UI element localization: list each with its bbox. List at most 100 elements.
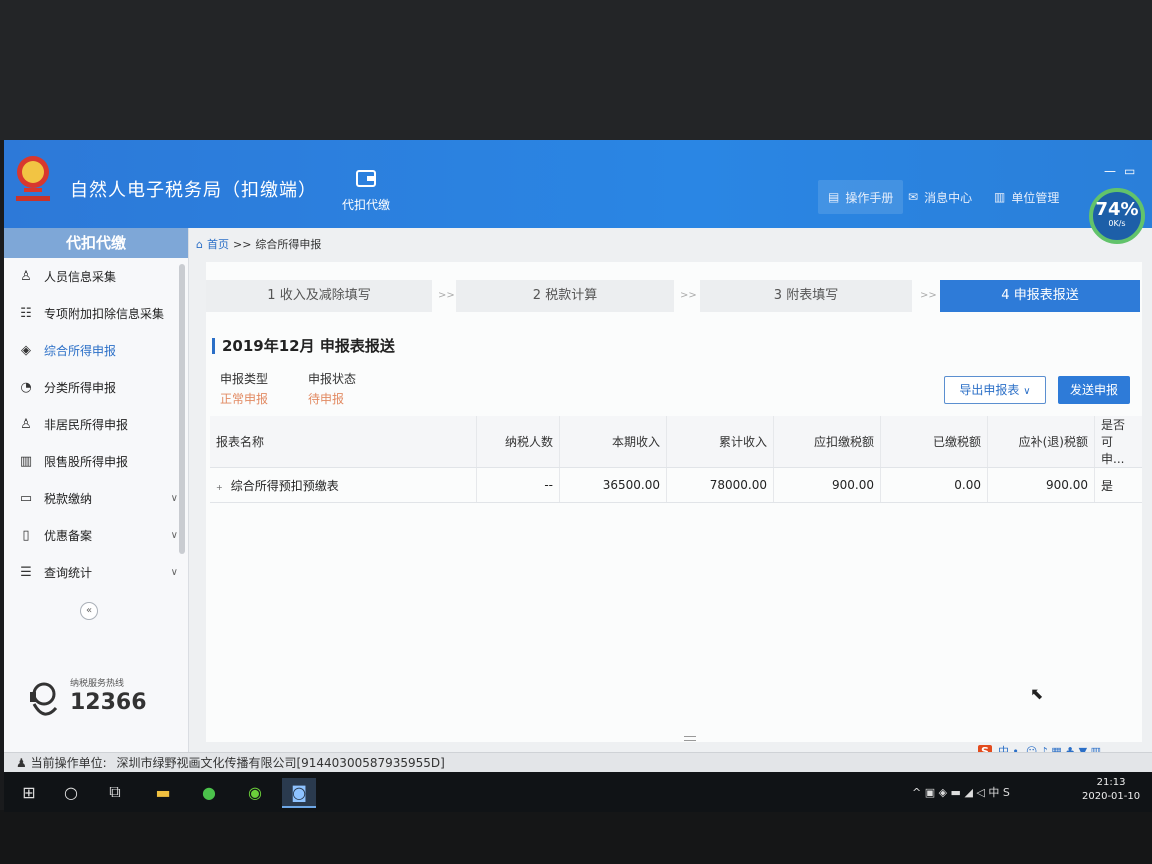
col-cumulative-income[interactable]: 累计收入	[666, 416, 774, 468]
browser-icon[interactable]: ◉	[238, 778, 272, 806]
building-icon: ▥	[994, 190, 1006, 204]
cell-taxpayer-count: --	[476, 467, 560, 503]
sidebar-scrollbar[interactable]	[179, 264, 185, 554]
pie-icon: ◔	[20, 380, 32, 395]
monitor-bezel-bottom	[0, 810, 1152, 864]
mouse-cursor-icon: ⬉	[1030, 684, 1044, 703]
cell-tax-due: 900.00	[987, 467, 1095, 503]
col-declarable[interactable]: 是否可申...	[1094, 416, 1142, 468]
doc-icon: ▯	[22, 528, 30, 543]
unit-management-label: 单位管理	[1011, 190, 1060, 205]
search-list-icon: ☰	[20, 565, 32, 580]
col-period-income[interactable]: 本期收入	[559, 416, 667, 468]
sidebar-item-label: 人员信息采集	[44, 270, 117, 284]
clock[interactable]: 21:13 2020-01-10	[1082, 776, 1140, 804]
sidebar-item-restricted-stock[interactable]: ▥ 限售股所得申报	[4, 443, 188, 480]
step-3[interactable]: 3 附表填写	[700, 280, 912, 312]
main-panel: 1 收入及减除填写 >> 2 税款计算 >> 3 附表填写 >> 4 申报表报送…	[206, 262, 1142, 742]
tax-app-taskbar-icon[interactable]: ◙	[282, 778, 316, 808]
file-explorer-icon[interactable]: ▬	[146, 778, 180, 806]
manual-label: 操作手册	[845, 190, 894, 205]
cell-report-name-text: 综合所得预扣预缴表	[230, 478, 339, 493]
report-table: 报表名称 纳税人数 本期收入 累计收入 应扣缴税额 已缴税额 应补(退)税额 是…	[210, 416, 1142, 503]
task-view-icon[interactable]: ⧉	[98, 778, 132, 806]
export-report-button[interactable]: 导出申报表 ∨	[944, 376, 1046, 404]
cell-period-income: 36500.00	[559, 467, 667, 503]
search-icon[interactable]: ○	[54, 778, 88, 806]
col-tax-due[interactable]: 应补(退)税额	[987, 416, 1095, 468]
cell-declarable: 是	[1094, 467, 1142, 503]
sidebar-item-preferential[interactable]: ▯ 优惠备案 ∨	[4, 517, 188, 554]
sidebar-item-query[interactable]: ☰ 查询统计 ∨	[4, 554, 188, 591]
export-report-label: 导出申报表	[959, 383, 1020, 397]
send-declaration-button[interactable]: 发送申报	[1058, 376, 1130, 404]
declare-type-value: 正常申报	[220, 392, 269, 406]
col-taxpayer-count[interactable]: 纳税人数	[476, 416, 560, 468]
declare-type-label: 申报类型	[220, 372, 269, 386]
message-center-label: 消息中心	[924, 190, 973, 205]
bar-icon: ▥	[19, 454, 33, 469]
person-outline-icon: ♙	[20, 417, 32, 432]
expand-icon[interactable]: +	[216, 483, 223, 492]
breadcrumb-current: 综合所得申报	[255, 238, 322, 251]
chevron-down-icon: ∨	[170, 530, 178, 541]
chevron-down-icon: ∨	[170, 493, 178, 504]
chevron-down-icon: ∨	[170, 567, 178, 578]
layers-icon: ◈	[21, 343, 31, 358]
gauge-speed: 0K/s	[1108, 219, 1126, 228]
col-tax-paid[interactable]: 已缴税额	[880, 416, 988, 468]
step-2[interactable]: 2 税款计算	[456, 280, 674, 312]
sidebar-item-personnel[interactable]: ♙ 人员信息采集	[4, 258, 188, 295]
tax-emblem-icon	[16, 156, 50, 201]
step-arrow: >>	[920, 290, 937, 301]
sidebar-item-label: 查询统计	[44, 566, 93, 580]
nav-daikou-label: 代扣代缴	[341, 198, 390, 212]
wechat-icon[interactable]: ●	[192, 778, 226, 806]
sidebar-item-label: 综合所得申报	[44, 344, 117, 358]
sidebar-item-tax-payment[interactable]: ▭ 税款缴纳 ∨	[4, 480, 188, 517]
step-progress: 1 收入及减除填写 >> 2 税款计算 >> 3 附表填写 >> 4 申报表报送	[206, 280, 1142, 314]
message-center-button[interactable]: ✉ 消息中心	[908, 180, 972, 214]
manual-icon: ▤	[828, 190, 840, 204]
unit-management-button[interactable]: ▥ 单位管理	[994, 180, 1059, 214]
sidebar-item-special-deduction[interactable]: ☷ 专项附加扣除信息采集	[4, 295, 188, 332]
sidebar-item-classified[interactable]: ◔ 分类所得申报	[4, 369, 188, 406]
status-label: 当前操作单位:	[30, 756, 107, 770]
cell-tax-paid: 0.00	[880, 467, 988, 503]
sidebar-item-label: 非居民所得申报	[44, 418, 129, 432]
headset-icon	[30, 682, 58, 716]
step-1[interactable]: 1 收入及减除填写	[206, 280, 432, 312]
restore-button[interactable]: ▭	[1124, 164, 1135, 178]
windows-start-icon[interactable]: ⊞	[12, 778, 46, 806]
status-bar: ♟ 当前操作单位: 深圳市绿野视画文化传播有限公司[91440300587935…	[4, 752, 1152, 772]
collapse-sidebar-button[interactable]: «	[80, 602, 98, 620]
user-icon: ♟	[16, 756, 31, 770]
step-arrow: >>	[438, 290, 455, 301]
col-tax-withholding[interactable]: 应扣缴税额	[773, 416, 881, 468]
app-header: 自然人电子税务局（扣缴端） 代扣代缴 ▤ 操作手册 ✉ 消息中心 ▥ 单位管理 …	[4, 140, 1152, 244]
cell-cumulative-income: 78000.00	[666, 467, 774, 503]
manual-button[interactable]: ▤ 操作手册	[818, 180, 904, 214]
nav-daikou-button[interactable]: 代扣代缴	[334, 168, 398, 213]
hotline: 纳税服务热线 12366	[26, 676, 176, 736]
wallet-icon: ▭	[19, 491, 33, 506]
breadcrumb-home[interactable]: 首页	[207, 236, 229, 252]
minimize-button[interactable]: —	[1104, 164, 1116, 178]
step-4[interactable]: 4 申报表报送	[940, 280, 1140, 312]
sidebar-item-comprehensive[interactable]: ◈ 综合所得申报	[4, 332, 188, 369]
system-tray[interactable]: ^ ▣ ◈ ▬ ◢ ◁ 中 S	[912, 784, 1010, 800]
step-arrow: >>	[680, 290, 697, 301]
taskbar: ⊞ ○ ⧉ ▬ ● ◉ ◙ ^ ▣ ◈ ▬ ◢ ◁ 中 S 21:13 2020…	[4, 772, 1152, 812]
sidebar-item-nonresident[interactable]: ♙ 非居民所得申报	[4, 406, 188, 443]
sidebar-item-label: 分类所得申报	[44, 381, 117, 395]
col-report-name[interactable]: 报表名称	[210, 416, 477, 468]
breadcrumb-separator: >>	[232, 237, 252, 251]
mail-icon: ✉	[908, 190, 919, 204]
table-row[interactable]: + 综合所得预扣预缴表 -- 36500.00 78000.00 900.00 0…	[210, 467, 1142, 503]
chevron-down-icon: ∨	[1023, 386, 1031, 397]
section-title: 2019年12月 申报表报送	[212, 338, 395, 354]
resize-handle[interactable]	[684, 736, 696, 741]
home-icon: ⌂	[196, 237, 203, 251]
person-icon: ♙	[20, 269, 32, 284]
hotline-number: 12366	[70, 690, 147, 715]
